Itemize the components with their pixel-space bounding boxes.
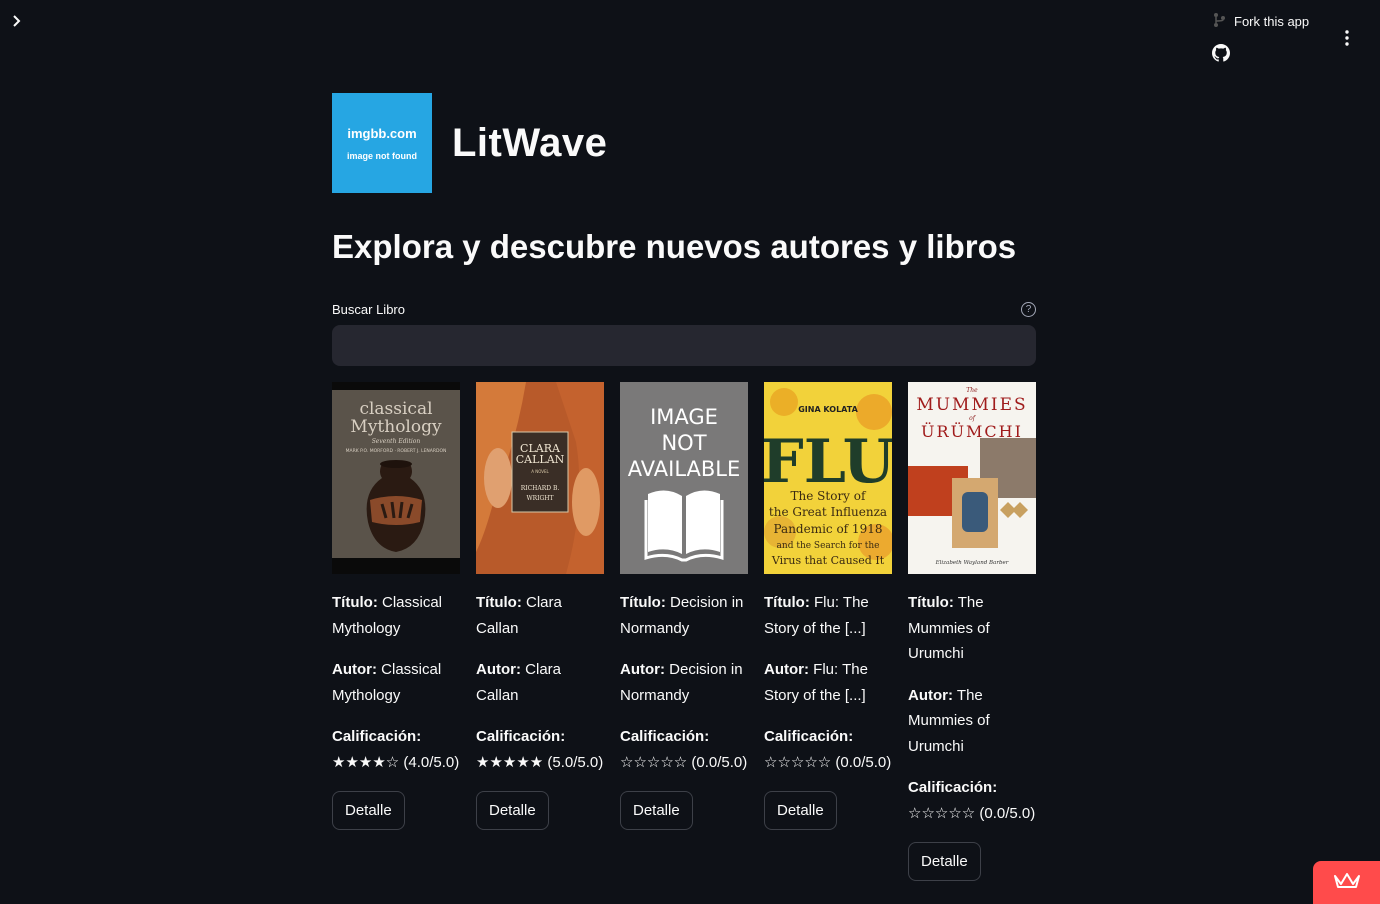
book-rating-line: Calificación: ★★★★☆ (4.0/5.0) — [332, 724, 460, 775]
book-card: IMAGE NOT AVAILABLE Título: Decision in … — [620, 382, 748, 881]
title-label: Título: — [764, 594, 810, 612]
author-label: Autor: — [332, 661, 377, 679]
book-rating: ☆☆☆☆☆ (0.0/5.0) — [908, 804, 1036, 822]
search-input[interactable] — [332, 325, 1036, 367]
detail-button[interactable]: Detalle — [764, 791, 837, 831]
cover-edition: Seventh Edition — [372, 438, 421, 445]
book-info: Título: The Mummies of Urumchi Autor: Th… — [908, 590, 1036, 882]
title-label: Título: — [332, 594, 378, 612]
book-author-line: Autor: The Mummies of Urumchi — [908, 683, 1036, 760]
fork-icon — [1212, 12, 1226, 31]
cover-the: The — [966, 387, 978, 394]
top-toolbar: Fork this app — [1212, 10, 1362, 70]
book-rating: ☆☆☆☆☆ (0.0/5.0) — [620, 753, 748, 771]
book-info: Título: Clara Callan Autor: Clara Callan… — [476, 590, 604, 831]
book-rating-line: Calificación: ☆☆☆☆☆ (0.0/5.0) — [908, 775, 1036, 826]
book-card: classical Mythology Seventh Edition MARK… — [332, 382, 460, 881]
page-subtitle: Explora y descubre nuevos autores y libr… — [332, 228, 1017, 265]
rating-label: Calificación: — [908, 779, 998, 797]
book-rating-line: Calificación: ☆☆☆☆☆ (0.0/5.0) — [620, 724, 748, 775]
cover-title-1: classical — [359, 399, 432, 419]
book-card: The MUMMIES of ÜRÜMCHI Elizabeth Wayland… — [908, 382, 1036, 882]
cover-line-2: NOT — [661, 431, 706, 455]
cover-author-1: RICHARD B. — [521, 485, 560, 492]
book-info: Título: Flu: The Story of the [...] Auto… — [764, 590, 892, 831]
cover-authors: MARK P.O. MORFORD · ROBERT J. LENARDON — [346, 448, 447, 454]
cover-author-2: WRIGHT — [526, 495, 553, 502]
sidebar-expand-icon[interactable] — [8, 12, 26, 30]
main-menu-icon[interactable] — [1344, 30, 1350, 46]
cover-line-3: AVAILABLE — [628, 457, 741, 481]
detail-button[interactable]: Detalle — [476, 791, 549, 831]
author-label: Autor: — [476, 661, 521, 679]
book-grid: classical Mythology Seventh Edition MARK… — [332, 382, 1036, 882]
title-label: Título: — [908, 594, 954, 612]
cover-sub-3: Pandemic of 1918 — [774, 522, 883, 536]
cover-author: GINA KOLATA — [798, 405, 858, 414]
cover-title-1: MUMMIES — [916, 395, 1027, 415]
app-logo: imgbb.com image not found — [332, 93, 432, 193]
cover-line-1: IMAGE — [650, 405, 718, 429]
cover-subtitle: A NOVEL — [531, 469, 549, 474]
detail-button[interactable]: Detalle — [332, 791, 405, 831]
author-label: Autor: — [908, 686, 953, 704]
book-card: CLARA CALLAN A NOVEL RICHARD B. WRIGHT T… — [476, 382, 604, 881]
book-rating: ☆☆☆☆☆ (0.0/5.0) — [764, 753, 892, 771]
cover-title-2: CALLAN — [516, 453, 565, 466]
main-content: imgbb.com image not found LitWave Explor… — [332, 93, 1036, 882]
book-author-line: Autor: Flu: The Story of the [...] — [764, 657, 892, 708]
cover-author: Elizabeth Wayland Barber — [935, 560, 1009, 566]
logo-line-1: imgbb.com — [347, 125, 417, 141]
book-title-line: Título: Decision in Normandy — [620, 590, 748, 641]
rating-label: Calificación: — [476, 728, 566, 746]
book-title-line: Título: The Mummies of Urumchi — [908, 590, 1036, 667]
search-label-row: Buscar Libro ? — [332, 301, 1036, 317]
cover-sub-5: Virus that Caused It — [771, 554, 885, 567]
help-icon[interactable]: ? — [1021, 301, 1036, 317]
rating-label: Calificación: — [764, 728, 854, 746]
rating-label: Calificación: — [620, 728, 710, 746]
title-label: Título: — [476, 594, 522, 612]
book-rating-line: Calificación: ★★★★★ (5.0/5.0) — [476, 724, 604, 775]
book-title-line: Título: Flu: The Story of the [...] — [764, 590, 892, 641]
title-label: Título: — [620, 594, 666, 612]
book-title-line: Título: Classical Mythology — [332, 590, 460, 641]
book-author-line: Autor: Classical Mythology — [332, 657, 460, 708]
book-rating-line: Calificación: ☆☆☆☆☆ (0.0/5.0) — [764, 724, 892, 775]
logo-line-2: image not found — [347, 150, 417, 161]
book-info: Título: Classical Mythology Autor: Class… — [332, 590, 460, 831]
fork-label: Fork this app — [1234, 14, 1310, 29]
book-cover: CLARA CALLAN A NOVEL RICHARD B. WRIGHT — [476, 382, 604, 575]
book-cover: classical Mythology Seventh Edition MARK… — [332, 382, 460, 575]
book-rating: ★★★★☆ (4.0/5.0) — [332, 753, 460, 771]
detail-button[interactable]: Detalle — [908, 842, 981, 882]
book-info: Título: Decision in Normandy Autor: Deci… — [620, 590, 748, 831]
book-card: GINA KOLATA FLU The Story of the Great I… — [764, 382, 892, 881]
search-label: Buscar Libro — [332, 301, 405, 317]
rating-label: Calificación: — [332, 728, 422, 746]
streamlit-badge[interactable] — [1313, 861, 1380, 904]
book-cover: GINA KOLATA FLU The Story of the Great I… — [764, 382, 892, 575]
book-cover: IMAGE NOT AVAILABLE — [620, 382, 748, 575]
cover-title: FLU — [764, 427, 892, 497]
app-header: imgbb.com image not found LitWave — [332, 93, 1036, 193]
cover-sub-1: The Story of — [791, 489, 867, 503]
fork-app-button[interactable]: Fork this app — [1212, 12, 1309, 31]
book-author-line: Autor: Decision in Normandy — [620, 657, 748, 708]
book-rating: ★★★★★ (5.0/5.0) — [476, 753, 604, 771]
detail-button[interactable]: Detalle — [620, 791, 693, 831]
author-label: Autor: — [620, 661, 665, 679]
crown-icon — [1333, 872, 1360, 893]
cover-sub-2: the Great Influenza — [769, 505, 887, 519]
book-title-line: Título: Clara Callan — [476, 590, 604, 641]
author-label: Autor: — [764, 661, 809, 679]
book-cover: The MUMMIES of ÜRÜMCHI Elizabeth Wayland… — [908, 382, 1036, 575]
github-icon[interactable] — [1212, 44, 1230, 62]
cover-sub-4: and the Search for the — [777, 541, 880, 551]
app-title: LitWave — [452, 120, 608, 165]
cover-title-2: Mythology — [350, 417, 442, 437]
book-author-line: Autor: Clara Callan — [476, 657, 604, 708]
